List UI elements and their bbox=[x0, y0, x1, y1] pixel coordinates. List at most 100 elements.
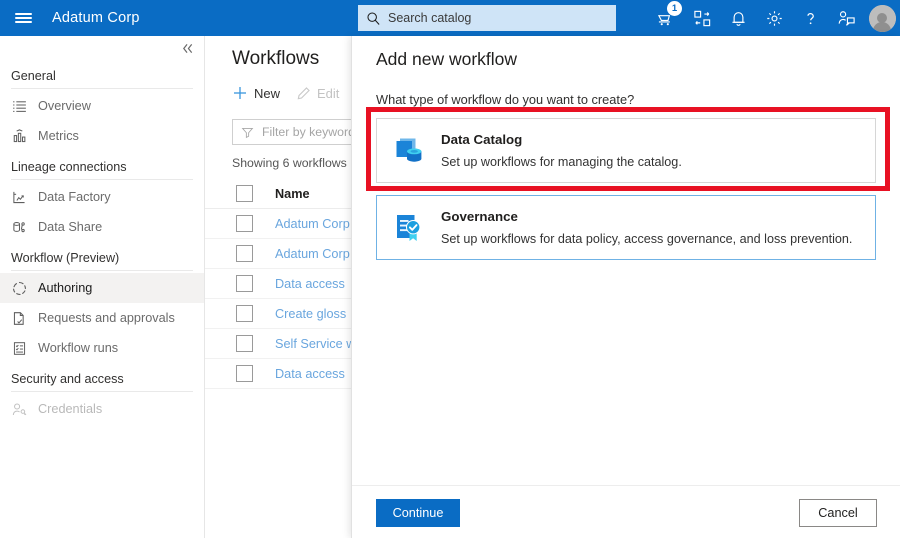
plus-icon bbox=[232, 85, 248, 101]
workflow-name-link[interactable]: Self Service w bbox=[275, 337, 351, 351]
workflows-panel: Workflows New Edit Filter by keyword Sho… bbox=[205, 36, 351, 538]
new-workflow-label: New bbox=[254, 86, 280, 101]
data-factory-icon bbox=[11, 189, 27, 205]
row-checkbox[interactable] bbox=[236, 305, 253, 322]
table-row[interactable]: Self Service w bbox=[205, 329, 351, 359]
list-icon bbox=[11, 98, 27, 114]
sidebar-section-workflow-preview: Workflow (Preview) bbox=[0, 242, 204, 269]
sidebar-item-credentials[interactable]: Credentials bbox=[0, 394, 204, 424]
sidebar-item-authoring[interactable]: Authoring bbox=[0, 273, 204, 303]
brand-title: Adatum Corp bbox=[52, 10, 140, 26]
workflow-name-link[interactable]: Adatum Corp bbox=[275, 217, 350, 231]
workflow-name-link[interactable]: Data access bbox=[275, 277, 345, 291]
row-checkbox[interactable] bbox=[236, 245, 253, 262]
governance-badge-icon bbox=[391, 210, 427, 246]
dialog-subtitle: What type of workflow do you want to cre… bbox=[352, 70, 900, 107]
sidebar-item-label: Workflow runs bbox=[38, 341, 118, 355]
feedback-person-icon[interactable] bbox=[828, 0, 864, 36]
workflow-name-link[interactable]: Create gloss bbox=[275, 307, 346, 321]
chart-bars-icon bbox=[11, 128, 27, 144]
row-checkbox[interactable] bbox=[236, 335, 253, 352]
sidebar-item-label: Requests and approvals bbox=[38, 311, 175, 325]
edit-workflow-label: Edit bbox=[317, 86, 339, 101]
sidebar-section-security-and-access: Security and access bbox=[0, 363, 204, 390]
sidebar-item-workflow-runs[interactable]: Workflow runs bbox=[0, 333, 204, 363]
filter-input[interactable]: Filter by keyword bbox=[232, 119, 351, 145]
edit-workflow-button[interactable]: Edit bbox=[296, 86, 339, 101]
option-text-block: Data Catalog Set up workflows for managi… bbox=[441, 132, 682, 169]
filter-placeholder: Filter by keyword bbox=[262, 125, 351, 139]
avatar[interactable] bbox=[864, 0, 900, 36]
sidebar-item-label: Authoring bbox=[38, 281, 92, 295]
sidebar-item-label: Data Share bbox=[38, 220, 102, 234]
search-icon bbox=[366, 11, 381, 26]
sidebar-section-general: General bbox=[0, 60, 204, 87]
sidebar-item-metrics[interactable]: Metrics bbox=[0, 121, 204, 151]
workflows-command-bar: New Edit bbox=[205, 76, 351, 110]
sidebar-item-data-share[interactable]: Data Share bbox=[0, 212, 204, 242]
sidebar-item-label: Metrics bbox=[38, 129, 79, 143]
new-workflow-button[interactable]: New bbox=[232, 85, 280, 101]
option-description: Set up workflows for data policy, access… bbox=[441, 232, 852, 246]
workflow-count-status: Showing 6 workflows bbox=[232, 156, 351, 170]
add-new-workflow-dialog: Add new workflow What type of workflow d… bbox=[351, 36, 900, 538]
workflow-name-link[interactable]: Data access bbox=[275, 367, 345, 381]
funnel-icon bbox=[241, 126, 254, 139]
cart-badge-count: 1 bbox=[667, 1, 682, 16]
top-bar-icon-group: 1 bbox=[648, 0, 900, 36]
workflow-table-header: Name bbox=[205, 179, 351, 209]
sidebar-item-requests-and-approvals[interactable]: Requests and approvals bbox=[0, 303, 204, 333]
checklist-icon bbox=[11, 340, 27, 356]
select-all-checkbox[interactable] bbox=[236, 185, 253, 202]
workflow-name-link[interactable]: Adatum Corp bbox=[275, 247, 350, 261]
sidebar-item-overview[interactable]: Overview bbox=[0, 91, 204, 121]
option-description: Set up workflows for managing the catalo… bbox=[441, 155, 682, 169]
option-text-block: Governance Set up workflows for data pol… bbox=[441, 209, 852, 246]
search-placeholder: Search catalog bbox=[388, 11, 471, 25]
sidebar-item-label: Credentials bbox=[38, 402, 102, 416]
workflow-type-option-governance[interactable]: Governance Set up workflows for data pol… bbox=[376, 195, 876, 260]
authoring-circle-icon bbox=[11, 280, 27, 296]
option-title: Data Catalog bbox=[441, 132, 682, 147]
table-row[interactable]: Create gloss bbox=[205, 299, 351, 329]
option-title: Governance bbox=[441, 209, 852, 224]
sidebar-divider bbox=[11, 391, 193, 392]
sidebar-divider bbox=[11, 179, 193, 180]
help-question-icon[interactable] bbox=[792, 0, 828, 36]
cancel-button[interactable]: Cancel bbox=[799, 499, 877, 527]
sidebar-divider bbox=[11, 88, 193, 89]
column-header-name: Name bbox=[275, 187, 310, 201]
shopping-cart-icon[interactable]: 1 bbox=[648, 0, 684, 36]
sidebar-item-label: Overview bbox=[38, 99, 91, 113]
chevron-double-left-icon[interactable] bbox=[0, 36, 204, 60]
app-root: Adatum Corp Search catalog 1 bbox=[0, 0, 900, 538]
document-check-icon bbox=[11, 310, 27, 326]
sidebar: General Overview Metrics Lineage connect… bbox=[0, 36, 205, 538]
sidebar-section-lineage-connections: Lineage connections bbox=[0, 151, 204, 178]
table-row[interactable]: Adatum Corp bbox=[205, 209, 351, 239]
table-row[interactable]: Data access bbox=[205, 269, 351, 299]
row-checkbox[interactable] bbox=[236, 275, 253, 292]
table-row[interactable]: Data access bbox=[205, 359, 351, 389]
sidebar-divider bbox=[11, 270, 193, 271]
person-key-icon bbox=[11, 401, 27, 417]
workflow-type-options: Data Catalog Set up workflows for managi… bbox=[352, 107, 900, 260]
workflow-type-option-data-catalog[interactable]: Data Catalog Set up workflows for managi… bbox=[376, 118, 876, 183]
pencil-icon bbox=[296, 86, 311, 101]
dialog-title: Add new workflow bbox=[352, 36, 900, 70]
row-checkbox[interactable] bbox=[236, 365, 253, 382]
sidebar-item-label: Data Factory bbox=[38, 190, 111, 204]
data-share-icon bbox=[11, 219, 27, 235]
row-checkbox[interactable] bbox=[236, 215, 253, 232]
continue-button[interactable]: Continue bbox=[376, 499, 460, 527]
sidebar-item-data-factory[interactable]: Data Factory bbox=[0, 182, 204, 212]
search-input[interactable]: Search catalog bbox=[358, 5, 616, 31]
data-map-switch-icon[interactable] bbox=[684, 0, 720, 36]
hamburger-menu-icon[interactable] bbox=[0, 0, 46, 36]
notifications-bell-icon[interactable] bbox=[720, 0, 756, 36]
table-row[interactable]: Adatum Corp bbox=[205, 239, 351, 269]
dialog-footer: Continue Cancel bbox=[352, 485, 900, 538]
top-navigation-bar: Adatum Corp Search catalog 1 bbox=[0, 0, 900, 36]
data-catalog-icon bbox=[391, 133, 427, 169]
settings-gear-icon[interactable] bbox=[756, 0, 792, 36]
